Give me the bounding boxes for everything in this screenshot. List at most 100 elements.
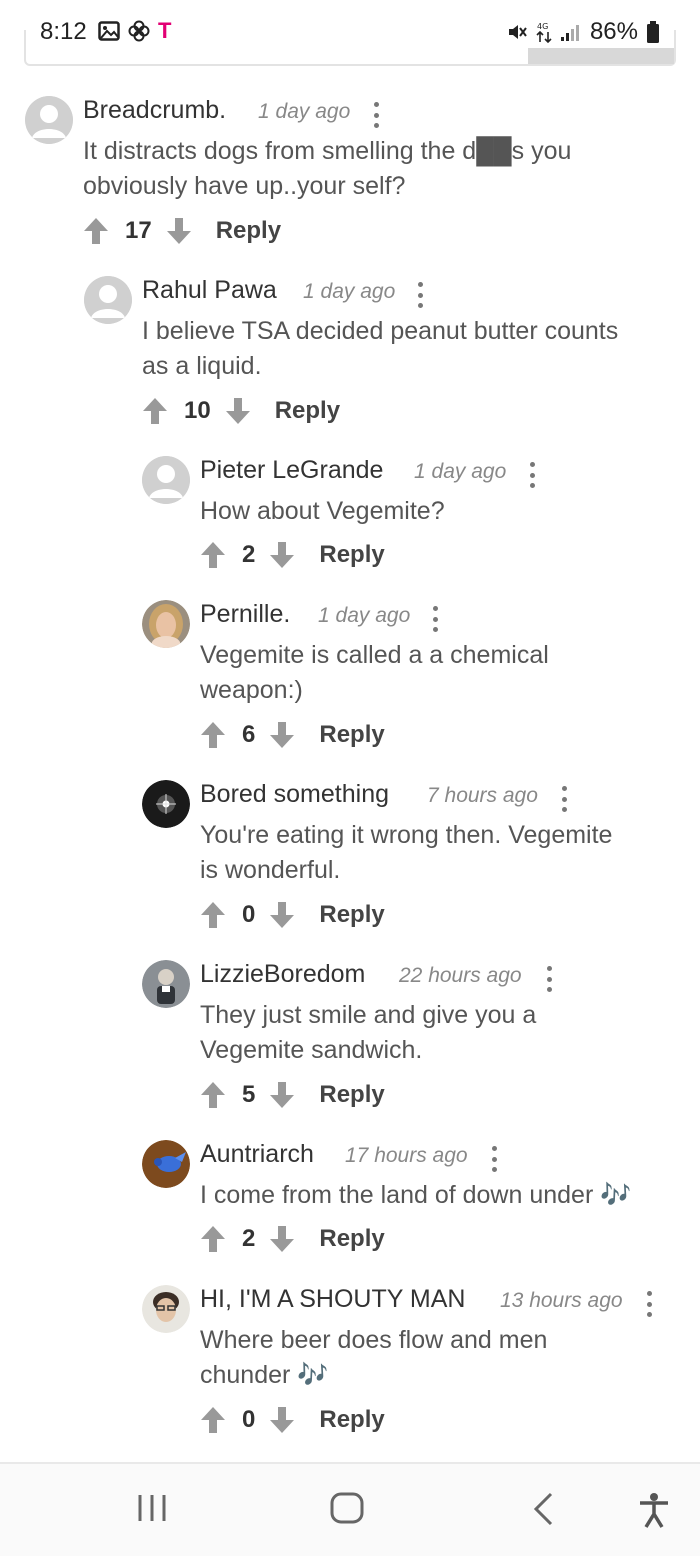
upvote-icon[interactable]	[200, 1225, 226, 1253]
upvote-icon[interactable]	[200, 1406, 226, 1434]
avatar[interactable]	[142, 960, 190, 1008]
comment-actions: 17 Reply	[83, 216, 281, 246]
downvote-icon[interactable]	[269, 1081, 295, 1109]
reply-button[interactable]: Reply	[319, 1406, 384, 1434]
comment: Rahul Pawa 1 day ago I believe TSA decid…	[84, 276, 674, 436]
comment-line: as a liquid.	[142, 352, 262, 380]
reply-button[interactable]: Reply	[319, 1081, 384, 1109]
reply-button[interactable]: Reply	[319, 1225, 384, 1253]
more-options-icon[interactable]	[546, 966, 552, 992]
reply-button[interactable]: Reply	[319, 901, 384, 929]
downvote-icon[interactable]	[269, 721, 295, 749]
comment-body: I come from the land of down under 🎶	[200, 1178, 631, 1213]
avatar[interactable]	[142, 600, 190, 648]
comment-body: Vegemite is called a a chemical weapon:)	[200, 638, 549, 708]
vote-count: 0	[242, 901, 256, 928]
vote-count: 6	[242, 721, 256, 748]
avatar[interactable]	[84, 276, 132, 324]
reply-button[interactable]: Reply	[319, 541, 384, 569]
comment-line: I come from the land of down under 🎶	[200, 1181, 632, 1209]
comment-timestamp: 17 hours ago	[345, 1144, 468, 1167]
back-icon[interactable]	[532, 1492, 556, 1531]
previous-comment-card	[24, 30, 676, 66]
avatar[interactable]	[25, 96, 73, 144]
downvote-icon[interactable]	[269, 1225, 295, 1253]
comment-line: weapon:)	[200, 676, 303, 704]
comment-actions: 5 Reply	[200, 1080, 385, 1110]
comment: LizzieBoredom 22 hours ago They just smi…	[142, 960, 672, 1120]
avatar[interactable]	[142, 1285, 190, 1333]
comment-actions: 0 Reply	[200, 900, 385, 930]
comment-line: They just smile and give you a	[200, 1001, 537, 1029]
downvote-icon[interactable]	[166, 217, 192, 245]
reply-button[interactable]: Reply	[319, 721, 384, 749]
comment-author[interactable]: HI, I'M A SHOUTY MAN	[200, 1285, 465, 1314]
comment-author[interactable]: Rahul Pawa	[142, 276, 277, 305]
comment-timestamp: 1 day ago	[318, 604, 411, 627]
comment-line: chunder 🎶	[200, 1361, 329, 1389]
upvote-icon[interactable]	[142, 397, 168, 425]
comment-author[interactable]: Pernille.	[200, 600, 290, 629]
comment-body: They just smile and give you a Vegemite …	[200, 998, 536, 1068]
comment-actions: 0 Reply	[200, 1405, 385, 1435]
comment: HI, I'M A SHOUTY MAN 13 hours ago Where …	[142, 1285, 672, 1445]
accessibility-icon[interactable]	[638, 1492, 670, 1533]
comment-body: How about Vegemite?	[200, 494, 445, 529]
comment-actions: 2 Reply	[200, 1224, 385, 1254]
comment-actions: 2 Reply	[200, 540, 385, 570]
comment-actions: 10 Reply	[142, 396, 340, 426]
avatar[interactable]	[142, 456, 190, 504]
vote-count: 17	[125, 217, 152, 244]
comment-timestamp: 1 day ago	[414, 460, 507, 483]
comment-timestamp: 22 hours ago	[399, 964, 522, 987]
comment-author[interactable]: Bored something	[200, 780, 389, 809]
more-options-icon[interactable]	[491, 1146, 497, 1172]
more-options-icon[interactable]	[417, 282, 423, 308]
vote-count: 5	[242, 1081, 256, 1108]
comment-body: I believe TSA decided peanut butter coun…	[142, 314, 618, 384]
comment-timestamp: 1 day ago	[258, 100, 351, 123]
comment-line: Where beer does flow and men	[200, 1326, 548, 1354]
comment-line: Vegemite sandwich.	[200, 1036, 423, 1064]
comment: Pernille. 1 day ago Vegemite is called a…	[142, 600, 672, 760]
comment-author[interactable]: Breadcrumb.	[83, 96, 226, 125]
recents-icon[interactable]	[136, 1492, 168, 1529]
comment-author[interactable]: LizzieBoredom	[200, 960, 365, 989]
comment-line: is wonderful.	[200, 856, 341, 884]
comment-line: obviously have up..your self?	[83, 172, 406, 200]
comment-body: It distracts dogs from smelling the d██s…	[83, 134, 571, 204]
upvote-icon[interactable]	[200, 541, 226, 569]
comment-line: I believe TSA decided peanut butter coun…	[142, 317, 619, 345]
reply-button[interactable]: Reply	[275, 397, 340, 425]
reply-button[interactable]: Reply	[216, 217, 281, 245]
comment-actions: 6 Reply	[200, 720, 385, 750]
comment-line: You're eating it wrong then. Vegemite	[200, 821, 613, 849]
vote-count: 10	[184, 397, 211, 424]
more-options-icon[interactable]	[529, 462, 535, 488]
upvote-icon[interactable]	[83, 217, 109, 245]
comment-line: Vegemite is called a a chemical	[200, 641, 549, 669]
downvote-icon[interactable]	[269, 901, 295, 929]
avatar[interactable]	[142, 780, 190, 828]
downvote-icon[interactable]	[269, 541, 295, 569]
vote-count: 2	[242, 541, 256, 568]
home-icon[interactable]	[330, 1492, 364, 1529]
comment-line: How about Vegemite?	[200, 497, 445, 525]
comment-author[interactable]: Auntriarch	[200, 1140, 314, 1169]
comment: Breadcrumb. 1 day ago It distracts dogs …	[25, 96, 675, 256]
downvote-icon[interactable]	[225, 397, 251, 425]
downvote-icon[interactable]	[269, 1406, 295, 1434]
more-options-icon[interactable]	[432, 606, 438, 632]
comment: Auntriarch 17 hours ago I come from the …	[142, 1140, 682, 1260]
card-edge	[528, 48, 674, 64]
more-options-icon[interactable]	[373, 102, 379, 128]
more-options-icon[interactable]	[561, 786, 567, 812]
comment-body: Where beer does flow and men chunder 🎶	[200, 1323, 547, 1393]
comment-author[interactable]: Pieter LeGrande	[200, 456, 383, 485]
more-options-icon[interactable]	[646, 1291, 652, 1317]
upvote-icon[interactable]	[200, 721, 226, 749]
comment-body: You're eating it wrong then. Vegemite is…	[200, 818, 612, 888]
upvote-icon[interactable]	[200, 1081, 226, 1109]
avatar[interactable]	[142, 1140, 190, 1188]
upvote-icon[interactable]	[200, 901, 226, 929]
